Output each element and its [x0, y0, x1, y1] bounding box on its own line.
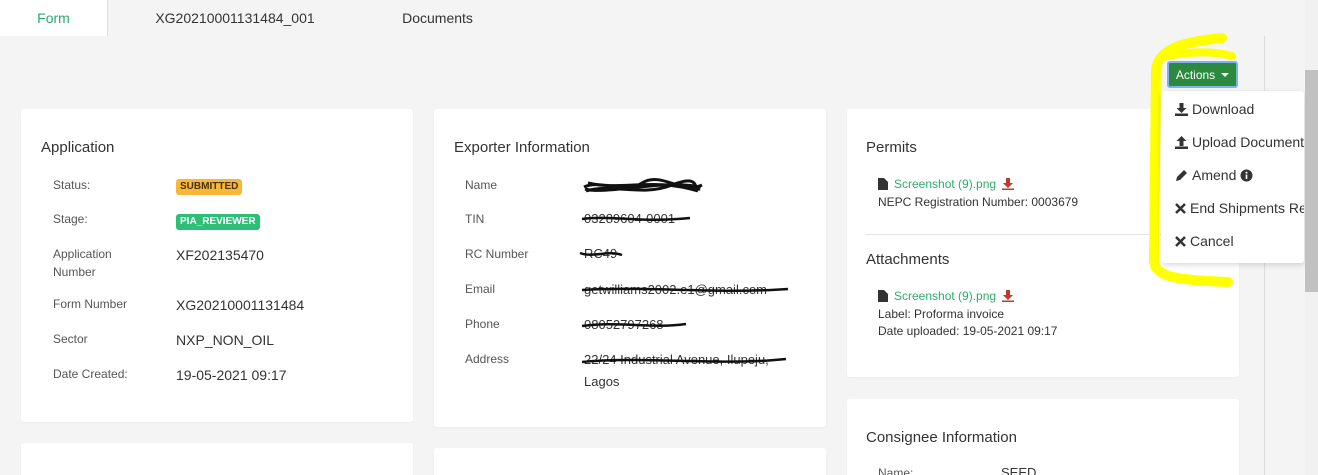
tab-documents[interactable]: Documents [380, 0, 495, 36]
permit-file-row: Screenshot (9).png [878, 177, 1015, 191]
attachment-label: Label: Proforma invoice [878, 307, 1005, 321]
pencil-icon [1176, 169, 1187, 181]
menu-item-amend[interactable]: Amend [1175, 167, 1253, 183]
address-strike [581, 357, 787, 364]
address-value-line2: Lagos [584, 374, 620, 389]
upload-icon [1175, 135, 1188, 149]
nepc-registration: NEPC Registration Number: 0003679 [878, 195, 1079, 209]
application-number-value: XF202135470 [176, 247, 264, 263]
download-icon[interactable] [1002, 290, 1015, 302]
menu-item-upload-label: Upload Document [1192, 134, 1304, 150]
tab-form[interactable]: Form [0, 0, 108, 36]
menu-item-cancel-label: Cancel [1190, 233, 1234, 249]
consignee-name-value: SEED [1001, 465, 1037, 475]
attachment-file-link[interactable]: Screenshot (9).png [894, 289, 996, 303]
permit-file-link[interactable]: Screenshot (9).png [894, 177, 996, 191]
actions-dropdown-button[interactable]: Actions [1167, 61, 1238, 88]
info-icon [1240, 169, 1253, 181]
rc-strike [579, 251, 623, 257]
file-icon [878, 290, 888, 302]
menu-item-cancel[interactable]: Cancel [1175, 233, 1234, 249]
phone-strike [581, 322, 687, 328]
application-title: Application [41, 139, 115, 156]
scrollbar-thumb[interactable] [1305, 70, 1318, 292]
attachments-title: Attachments [866, 251, 950, 268]
menu-item-end-shipments-label: End Shipments Re [1190, 200, 1304, 216]
email-label: Email [465, 282, 496, 296]
tin-strike [581, 216, 691, 221]
exporter-card-secondary [434, 448, 826, 475]
redacted-name [583, 178, 703, 193]
status-badge: SUBMITTED [176, 179, 243, 195]
application-number-label-line2: Number [53, 265, 96, 279]
x-icon [1175, 202, 1186, 214]
rc-label: RC Number [465, 247, 529, 261]
status-label: Status: [53, 178, 91, 192]
exporter-name-label: Name [465, 178, 498, 192]
address-label: Address [465, 352, 510, 366]
menu-item-amend-label: Amend [1192, 167, 1237, 183]
exporter-title: Exporter Information [454, 139, 590, 156]
email-strike [581, 287, 789, 292]
attachment-file-row: Screenshot (9).png [878, 289, 1015, 303]
actions-menu: Download Upload Document Amend End Shipm… [1161, 91, 1304, 263]
menu-item-download-label: Download [1192, 101, 1255, 117]
application-card-secondary [21, 443, 413, 475]
form-number-value: XG20210001131484 [176, 297, 305, 313]
sector-value: NXP_NON_OIL [176, 332, 275, 348]
menu-item-upload[interactable]: Upload Document [1175, 134, 1304, 150]
consignee-card: Consignee Information Name: SEED [847, 399, 1239, 475]
exporter-card: Exporter Information Name TIN 03289604-0… [434, 109, 826, 427]
tin-label: TIN [465, 212, 485, 226]
caret-down-icon [1221, 72, 1230, 77]
stage-label: Stage: [53, 212, 88, 226]
stage-badge: PIA_REVIEWER [176, 214, 260, 230]
download-icon [1175, 102, 1188, 116]
tab-xg-number[interactable]: XG20210001131484_001 [110, 0, 360, 36]
application-number-label-line1: Application [53, 247, 112, 261]
sector-label: Sector [53, 332, 88, 346]
consignee-name-label: Name: [878, 466, 914, 475]
menu-item-download[interactable]: Download [1175, 101, 1254, 117]
menu-item-end-shipments[interactable]: End Shipments Re [1175, 200, 1304, 216]
application-card: Application Status: SUBMITTED Stage: PIA… [21, 109, 413, 422]
file-icon [878, 178, 888, 190]
form-number-label: Form Number [53, 297, 128, 311]
application-number-label: Application Number [53, 245, 112, 281]
attachment-date: Date uploaded: 19-05-2021 09:17 [878, 324, 1058, 338]
phone-label: Phone [465, 317, 500, 331]
consignee-title: Consignee Information [866, 429, 1017, 446]
download-icon[interactable] [1002, 178, 1015, 190]
actions-label: Actions [1175, 67, 1216, 82]
tab-bar: Form XG20210001131484_001 Documents [0, 0, 1318, 36]
date-created-value: 19-05-2021 09:17 [176, 367, 287, 383]
permits-title: Permits [866, 139, 917, 156]
x-icon [1175, 235, 1186, 247]
date-created-label: Date Created: [53, 367, 128, 381]
